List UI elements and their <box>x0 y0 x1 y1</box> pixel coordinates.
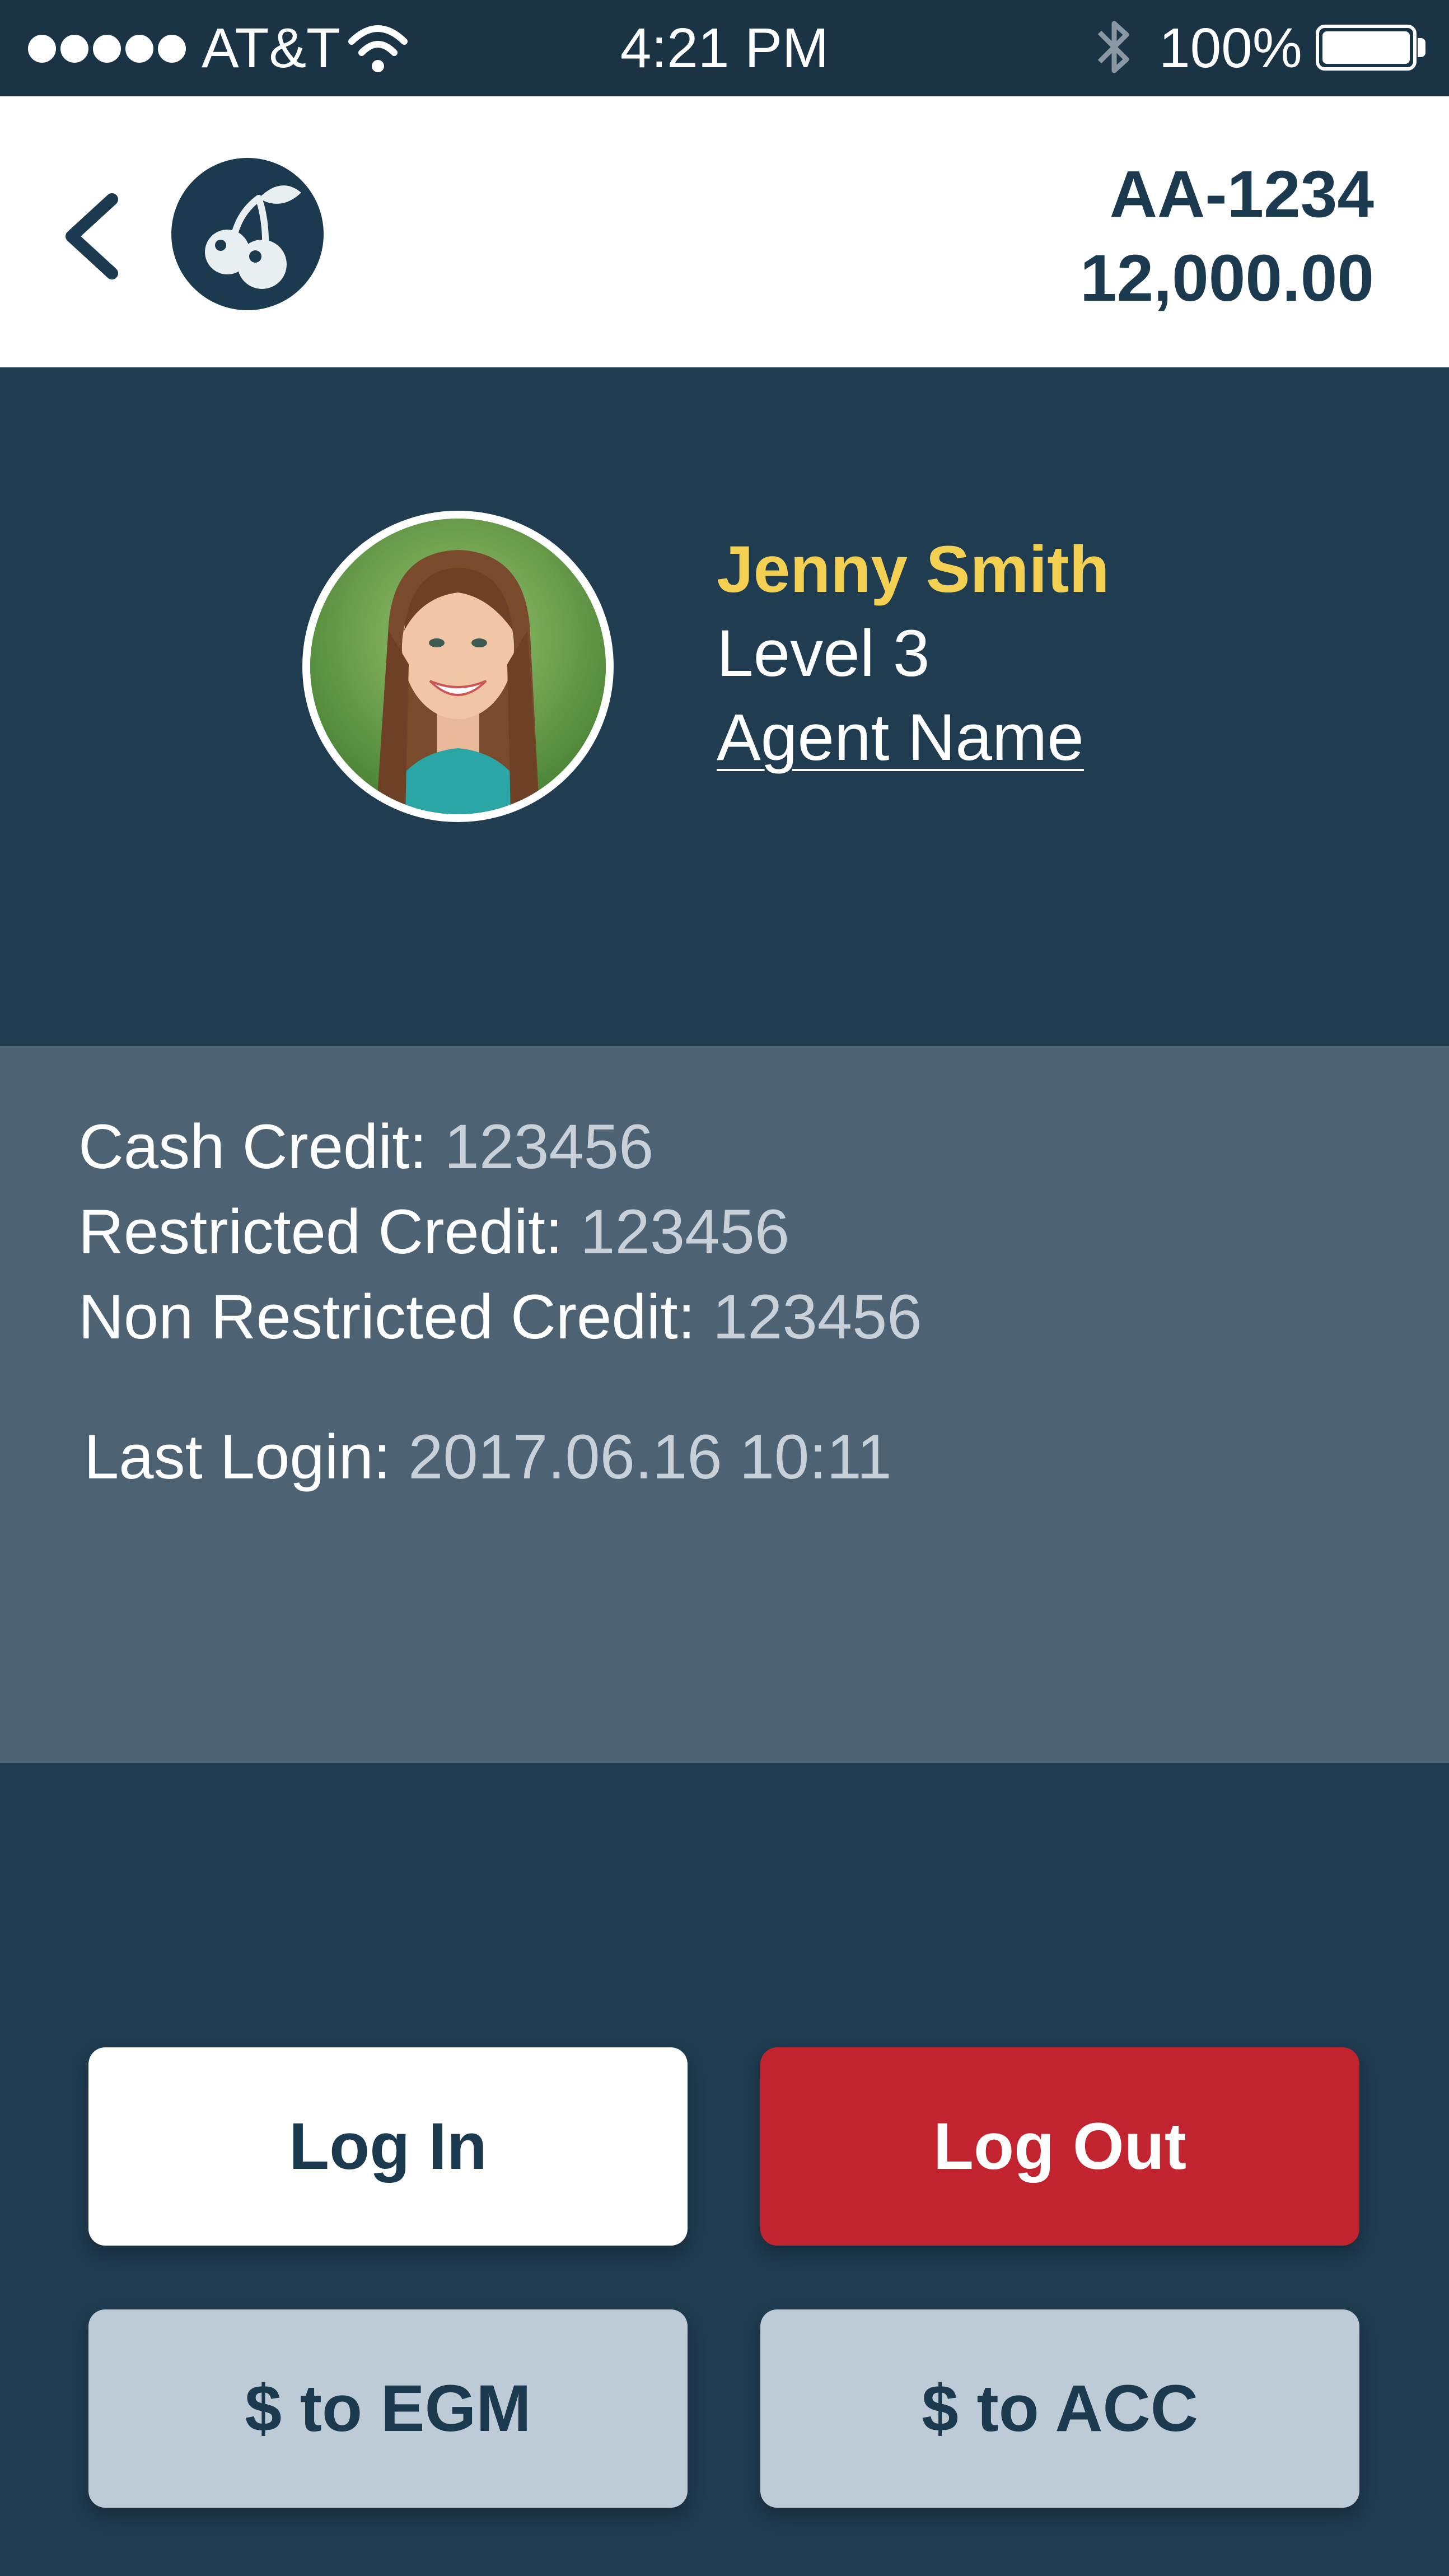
player-name: Jenny Smith <box>717 533 1110 606</box>
profile-info: Jenny Smith Level 3 Agent Name <box>717 528 1110 780</box>
last-login-label: Last Login: <box>84 1422 391 1492</box>
cherry-icon <box>205 185 301 289</box>
battery-tip <box>1418 38 1425 57</box>
player-level: Level 3 <box>717 617 930 690</box>
cash-credit-row: Cash Credit: 123456 <box>78 1108 653 1186</box>
battery-icon <box>1316 25 1417 71</box>
last-login-value: 2017.06.16 10:11 <box>408 1422 892 1492</box>
restricted-credit-row: Restricted Credit: 123456 <box>78 1193 789 1271</box>
profile-section: Jenny Smith Level 3 Agent Name <box>0 367 1449 1046</box>
cherry-logo <box>171 158 324 310</box>
non-restricted-credit-value: 123456 <box>712 1282 922 1352</box>
account-balance: 12,000.00 <box>1080 241 1374 315</box>
transfer-to-acc-button[interactable]: $ to ACC <box>760 2309 1359 2508</box>
cash-credit-label: Cash Credit: <box>78 1112 427 1182</box>
last-login-row: Last Login: 2017.06.16 10:11 <box>84 1418 892 1496</box>
non-restricted-credit-label: Non Restricted Credit: <box>78 1282 695 1352</box>
chevron-left-icon[interactable] <box>56 192 129 281</box>
player-screen: AT&T 4:21 PM 100% AA-1234 12,000.00 Jenn… <box>0 0 1449 2576</box>
app-header: AA-1234 12,000.00 <box>0 96 1449 367</box>
agent-name-link[interactable]: Agent Name <box>717 696 1110 780</box>
restricted-credit-value: 123456 <box>580 1197 790 1267</box>
avatar <box>302 511 614 822</box>
non-restricted-credit-row: Non Restricted Credit: 123456 <box>78 1278 922 1356</box>
account-summary: AA-1234 12,000.00 <box>1080 152 1374 320</box>
cash-credit-value: 123456 <box>444 1112 654 1182</box>
logout-button[interactable]: Log Out <box>760 2047 1359 2246</box>
login-button[interactable]: Log In <box>88 2047 688 2246</box>
avatar-photo <box>310 519 606 814</box>
account-id: AA-1234 <box>1109 157 1374 231</box>
transfer-to-egm-button[interactable]: $ to EGM <box>88 2309 688 2508</box>
credits-panel: Cash Credit: 123456 Restricted Credit: 1… <box>0 1046 1449 1763</box>
battery-percent: 100% <box>1159 17 1302 80</box>
bluetooth-icon <box>1097 21 1129 73</box>
restricted-credit-label: Restricted Credit: <box>78 1197 563 1267</box>
status-bar: AT&T 4:21 PM 100% <box>0 0 1449 96</box>
